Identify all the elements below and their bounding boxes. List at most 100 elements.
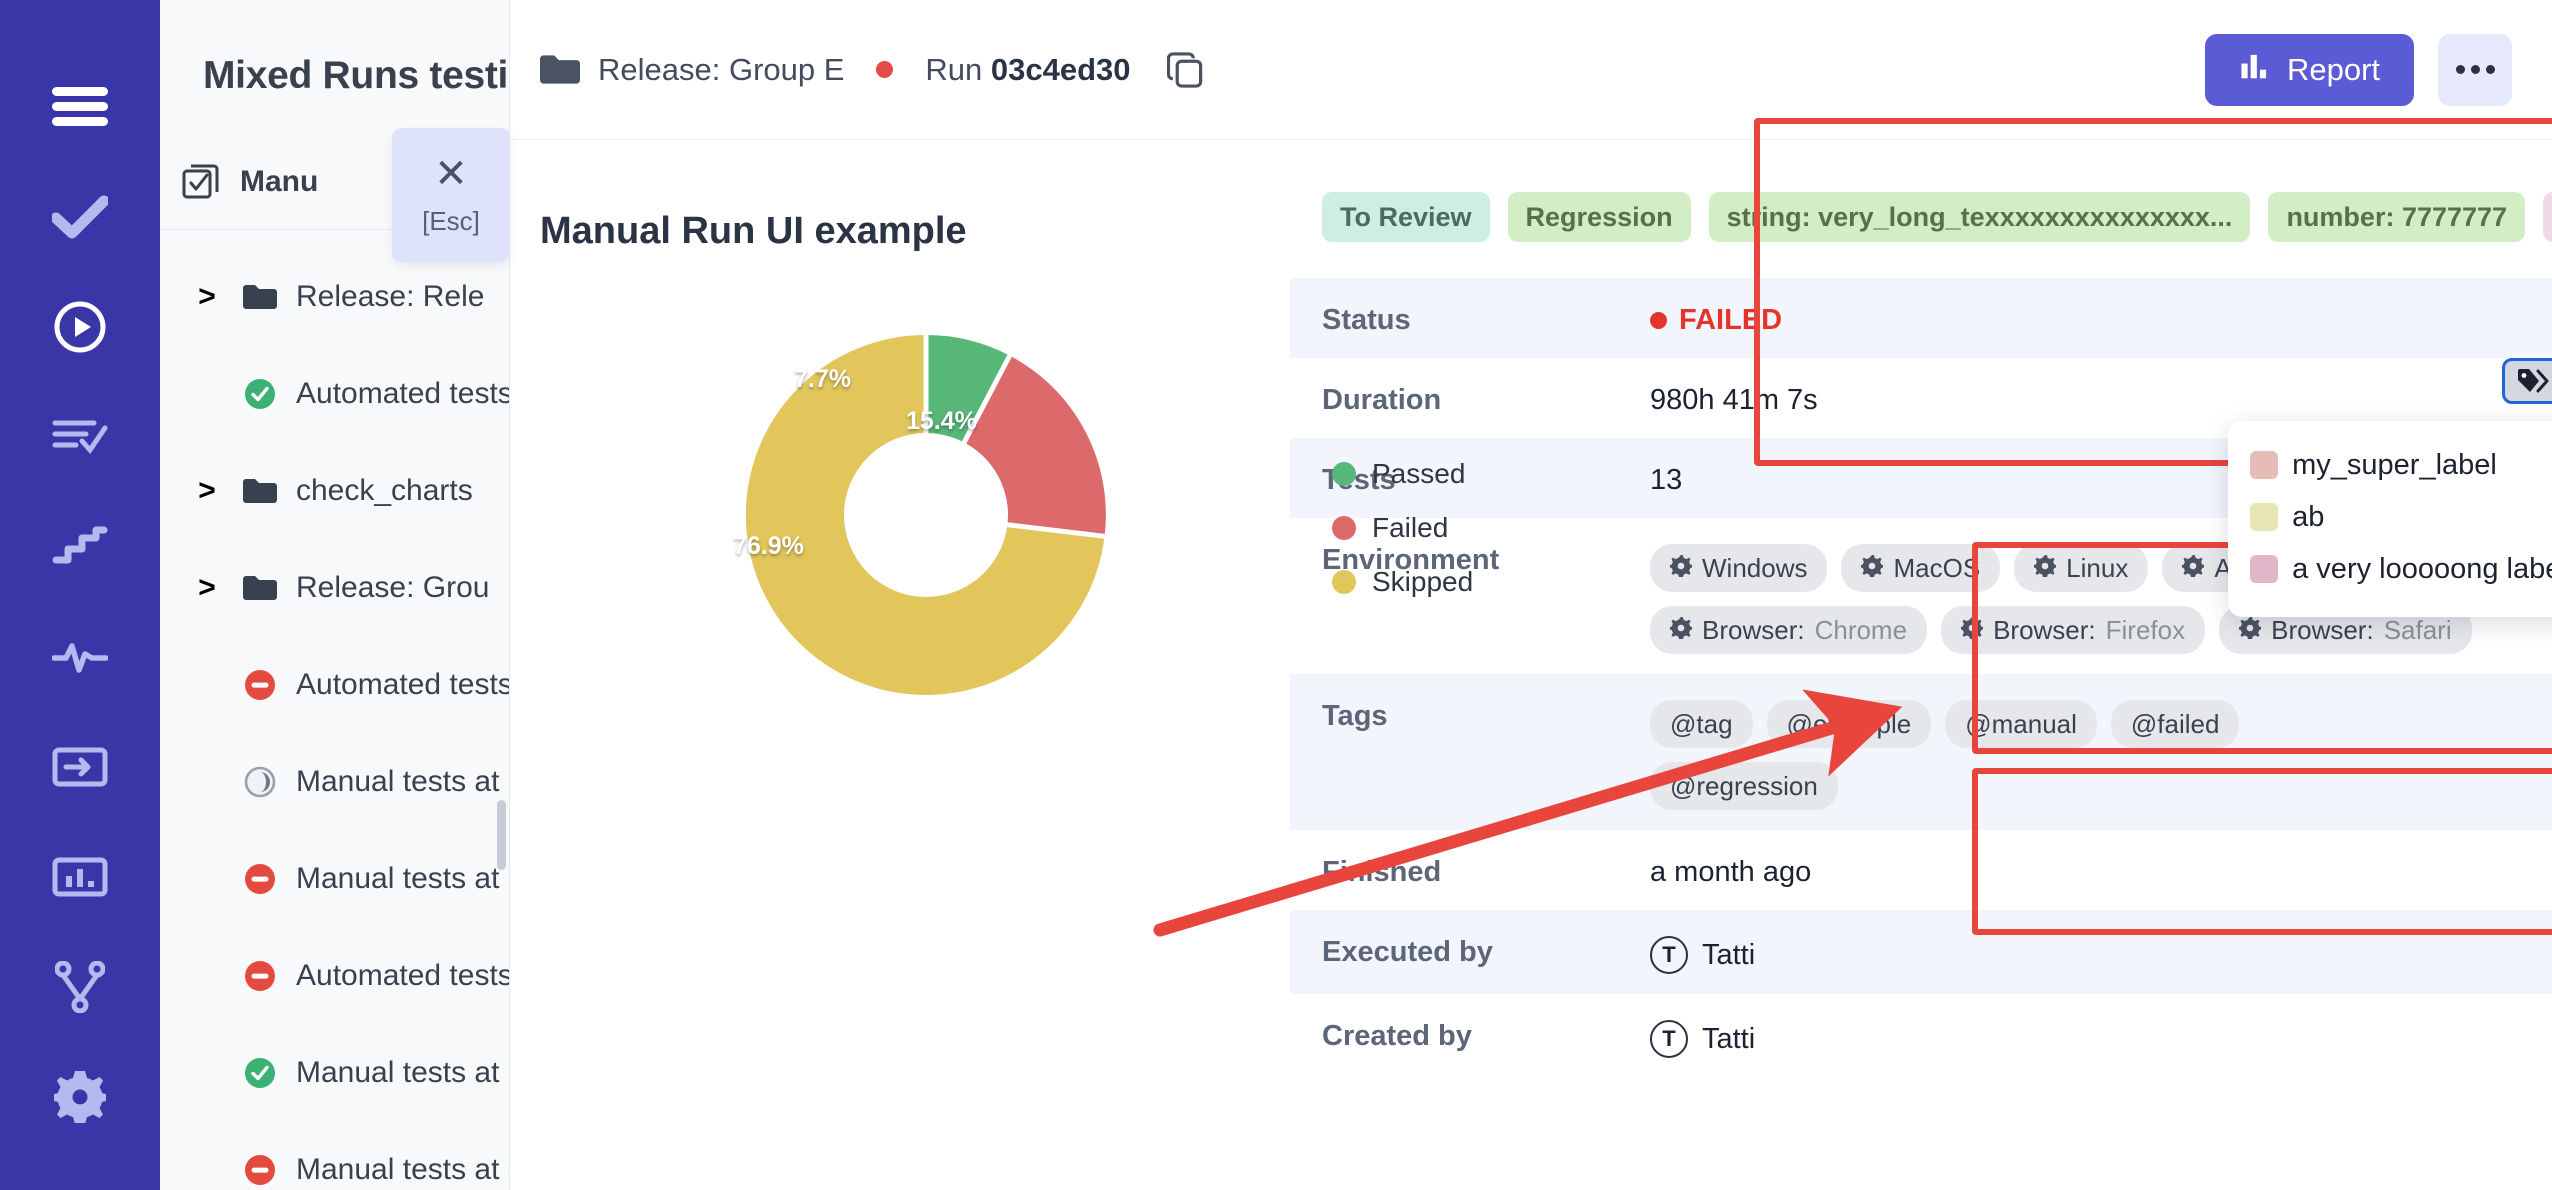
steps-icon[interactable] bbox=[0, 492, 160, 602]
list-item[interactable]: > Manual tests at 1 bbox=[160, 1024, 509, 1121]
gear-icon bbox=[1860, 553, 1885, 584]
tab-manual[interactable]: Manu bbox=[240, 165, 318, 199]
breadcrumb-run-prefix: Run bbox=[925, 51, 983, 87]
chip-regression[interactable]: Regression bbox=[1507, 192, 1691, 242]
tag-pill[interactable]: @example bbox=[1766, 700, 1932, 748]
play-circle-icon[interactable] bbox=[0, 272, 160, 382]
list-item[interactable]: > Manual tests at 1 bbox=[160, 830, 509, 927]
list-item-label: Automated tests bbox=[296, 958, 509, 992]
row-key-executed-by: Executed by bbox=[1322, 936, 1493, 968]
list-item-label: Release: Grou bbox=[296, 570, 490, 604]
user-chip[interactable]: T Tatti bbox=[1650, 1020, 2552, 1058]
environment-pill-label: Browser: bbox=[2271, 614, 2374, 645]
chart-icon[interactable] bbox=[0, 822, 160, 932]
legend-item-passed[interactable]: Passed bbox=[1332, 458, 1473, 490]
more-options-button[interactable] bbox=[2438, 33, 2512, 106]
report-button[interactable]: Report bbox=[2204, 33, 2414, 106]
gear-icon bbox=[2237, 615, 2263, 646]
ellipsis-dot bbox=[2455, 65, 2465, 74]
user-chip[interactable]: T Tatti bbox=[1650, 936, 2552, 974]
run-topbar: Release: Group E Run 03c4ed30 Report bbox=[510, 0, 2552, 140]
legend-item-failed[interactable]: Failed bbox=[1332, 512, 1473, 544]
environment-pill[interactable]: Browser: Chrome bbox=[1650, 606, 1928, 654]
ellipsis-dot bbox=[2470, 65, 2480, 74]
labels-dropdown-option[interactable]: my_super_label bbox=[2250, 439, 2552, 491]
legend-swatch-passed bbox=[1332, 462, 1356, 486]
close-icon[interactable]: ✕ bbox=[434, 154, 468, 194]
label-color-swatch bbox=[2250, 503, 2279, 531]
gear-icon bbox=[1959, 615, 1985, 646]
list-item-label: Release: Rele bbox=[296, 279, 485, 313]
run-donut-chart: 7.7% 15.4% 76.9% bbox=[733, 325, 1116, 705]
list-item[interactable]: > Automated tests bbox=[160, 927, 509, 1024]
tag-pill[interactable]: @failed bbox=[2110, 700, 2240, 748]
chip-123[interactable]: 123 bbox=[2543, 192, 2552, 242]
gear-icon bbox=[2181, 553, 2206, 584]
row-key-status: Status bbox=[1322, 304, 1411, 336]
close-panel-overlay[interactable]: ✕ [Esc] bbox=[392, 128, 510, 262]
donut-label-skipped: 76.9% bbox=[733, 532, 804, 560]
list-item[interactable]: > Automated tests bbox=[160, 636, 509, 733]
check-icon[interactable] bbox=[0, 162, 160, 272]
chevron-right-icon[interactable]: > bbox=[190, 474, 224, 508]
branch-icon[interactable] bbox=[0, 932, 160, 1042]
list-item[interactable]: > Automated tests bbox=[160, 345, 509, 442]
tags-pill-grid: @tag @example @manual @failed @regressio… bbox=[1650, 700, 2270, 810]
list-item-label: Automated tests bbox=[296, 667, 509, 701]
row-key-created-by: Created by bbox=[1322, 1020, 1472, 1052]
chevron-right-icon[interactable]: > bbox=[190, 571, 224, 605]
row-key-duration: Duration bbox=[1322, 384, 1442, 416]
breadcrumb: Release: Group E Run 03c4ed30 bbox=[540, 51, 1205, 89]
list-item[interactable]: > Manual tests at 0 bbox=[160, 1121, 509, 1190]
import-icon[interactable] bbox=[0, 712, 160, 822]
environment-pill-label: Browser: bbox=[1993, 614, 2096, 645]
gear-icon[interactable] bbox=[0, 1042, 160, 1152]
labels-dropdown-option[interactable]: ab bbox=[2250, 491, 2552, 543]
avatar: T bbox=[1650, 1020, 1688, 1058]
label-color-swatch bbox=[2250, 555, 2279, 583]
tree-scrollbar[interactable] bbox=[497, 800, 506, 870]
tag-pill[interactable]: @manual bbox=[1945, 700, 2097, 748]
list-item-label: check_charts bbox=[296, 473, 473, 507]
list-item[interactable]: > Manual tests at 2 bbox=[160, 733, 509, 830]
folder-icon bbox=[240, 478, 280, 504]
breadcrumb-release[interactable]: Release: Group E bbox=[598, 52, 844, 88]
user-name: Tatti bbox=[1702, 1022, 1756, 1055]
chart-column: Manual Run UI example 7.7% 15.4% 76.9% bbox=[510, 140, 1290, 1190]
status-failed-icon bbox=[240, 1154, 280, 1186]
ellipsis-dot bbox=[2485, 65, 2495, 74]
chevron-right-icon[interactable]: > bbox=[190, 280, 224, 314]
tags-icon[interactable] bbox=[2502, 358, 2552, 404]
environment-pill[interactable]: Linux bbox=[2014, 544, 2149, 592]
copy-icon[interactable] bbox=[1166, 51, 1205, 89]
list-item[interactable]: > Release: Grou bbox=[160, 539, 509, 636]
list-item-label: Automated tests bbox=[296, 376, 509, 410]
environment-pill-value: Safari bbox=[2383, 614, 2452, 645]
list-item[interactable]: > check_charts bbox=[160, 442, 509, 539]
tree-panel-title: Mixed Runs testi bbox=[203, 54, 509, 97]
list-item[interactable]: > Release: Rele bbox=[160, 248, 509, 345]
tag-pill[interactable]: @regression bbox=[1650, 762, 1838, 810]
chip-string-attribute[interactable]: string: very_long_texxxxxxxxxxxxxxx... bbox=[1708, 192, 2251, 242]
labels-dropdown-option[interactable]: a very looooong label bbox=[2250, 543, 2552, 595]
chart-legend: Passed Failed Skipped bbox=[1332, 458, 1473, 598]
legend-label-failed: Failed bbox=[1372, 512, 1449, 543]
avatar: T bbox=[1650, 936, 1688, 974]
list-check-icon[interactable] bbox=[0, 382, 160, 492]
activity-icon[interactable] bbox=[0, 602, 160, 712]
legend-swatch-skipped bbox=[1332, 570, 1356, 594]
environment-pill[interactable]: Browser: Firefox bbox=[1941, 606, 2206, 654]
list-item-label: Manual tests at 2 bbox=[296, 764, 509, 798]
breadcrumb-run: Run 03c4ed30 bbox=[925, 52, 1130, 88]
legend-item-skipped[interactable]: Skipped bbox=[1332, 566, 1473, 598]
menu-icon[interactable] bbox=[0, 52, 160, 162]
environment-pill-value: Firefox bbox=[2105, 614, 2186, 645]
environment-pill[interactable]: MacOS bbox=[1841, 544, 2001, 592]
chip-to-review[interactable]: To Review bbox=[1322, 192, 1490, 242]
status-passed-icon bbox=[240, 378, 280, 410]
labels-dropdown[interactable]: my_super_label ab a very looooong label bbox=[2228, 421, 2552, 617]
chip-number-attribute[interactable]: number: 7777777 bbox=[2268, 192, 2526, 242]
environment-pill[interactable]: Windows bbox=[1650, 544, 1828, 592]
list-item-label: Manual tests at 1 bbox=[296, 1055, 509, 1089]
tag-pill[interactable]: @tag bbox=[1650, 700, 1753, 748]
